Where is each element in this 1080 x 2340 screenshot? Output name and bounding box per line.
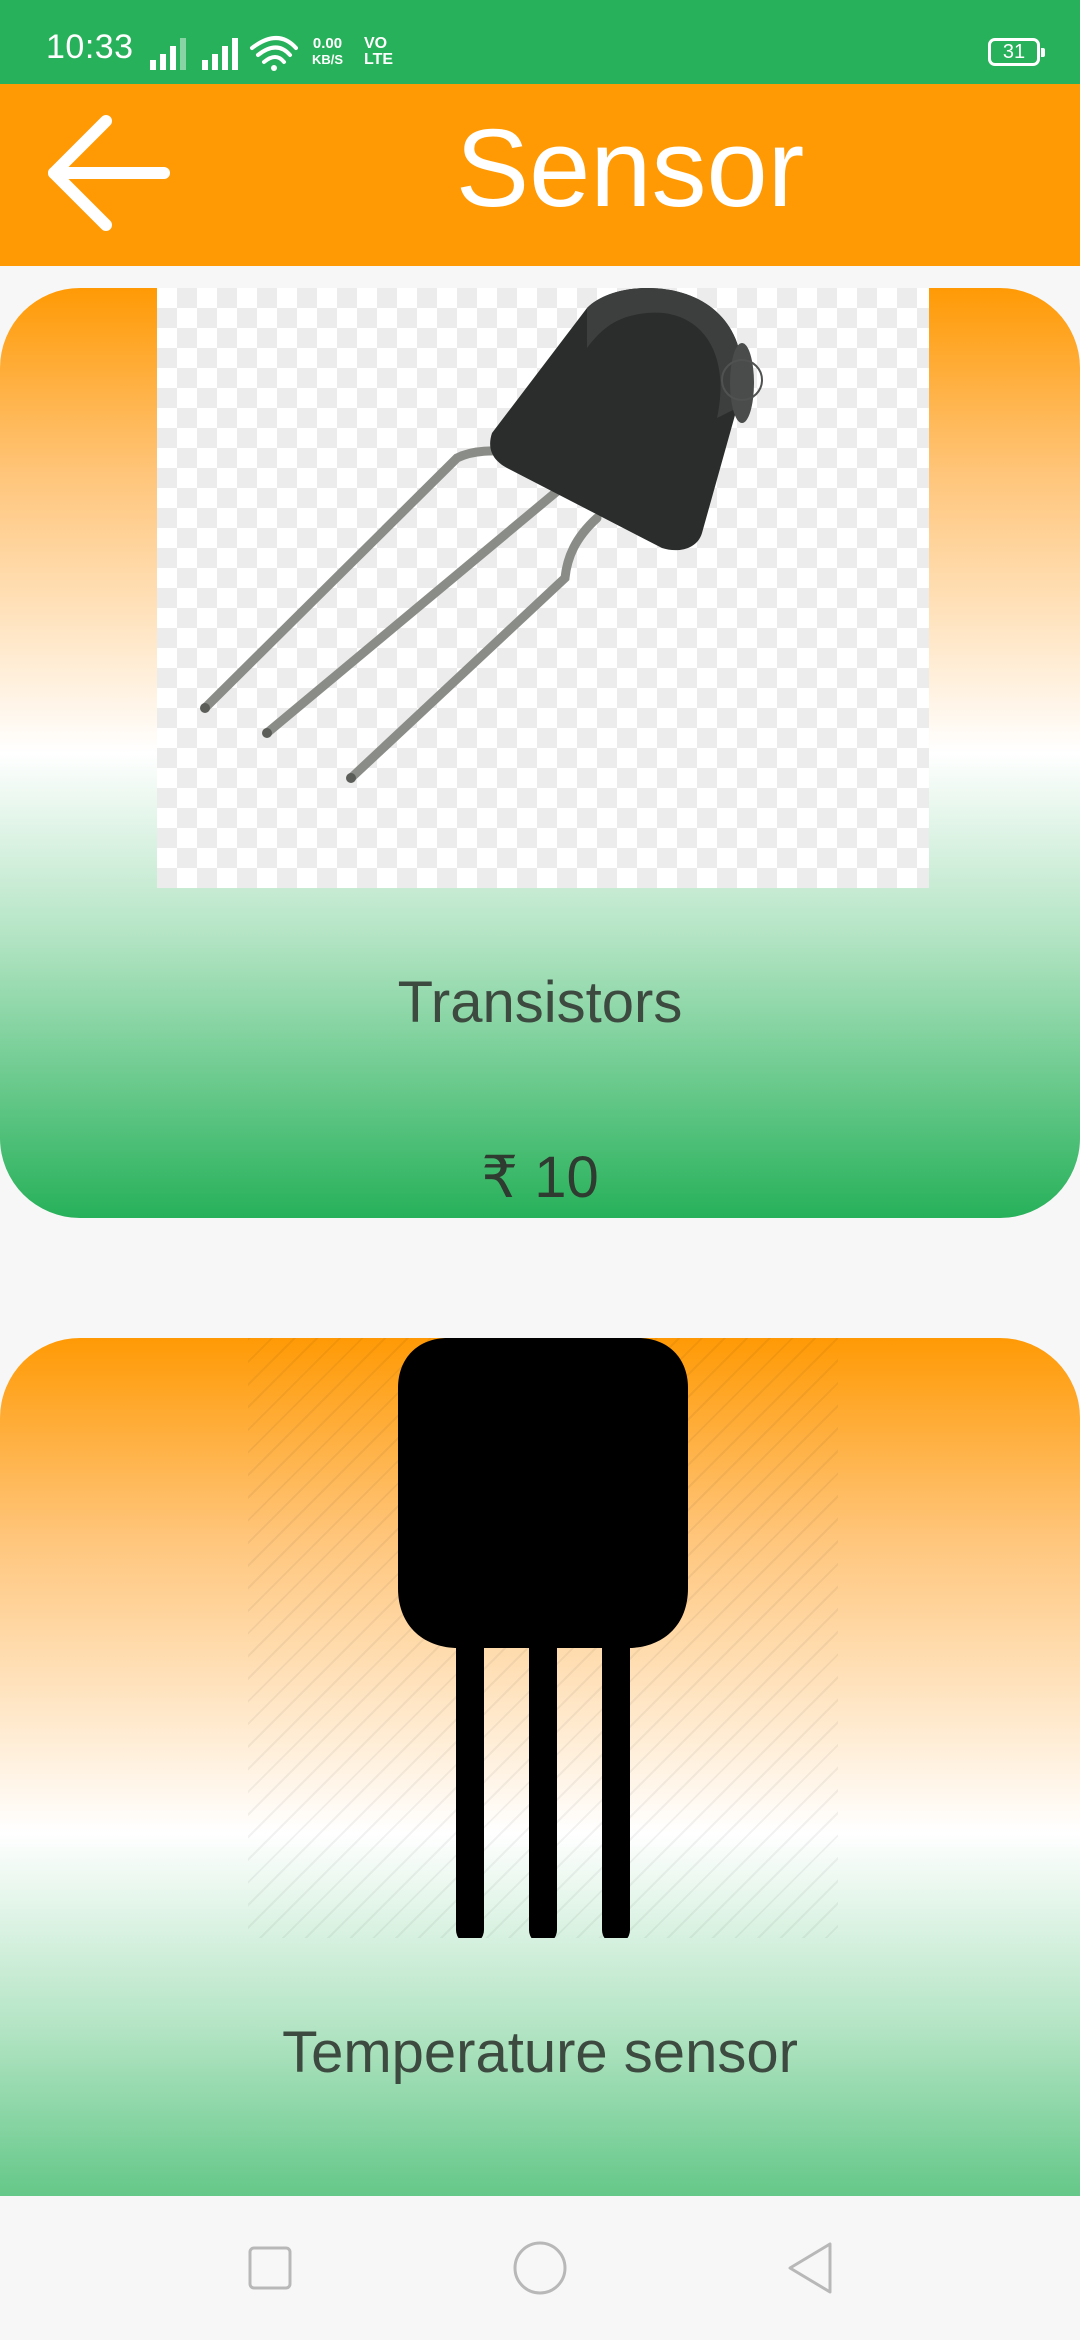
signal-strength-2-icon (202, 38, 238, 70)
volte-bottom: LTE (364, 51, 394, 68)
product-card[interactable]: Temperature sensor (0, 1338, 1080, 2328)
volte-indicator: VO LTE (364, 36, 393, 68)
network-speed-value: 0.00 (312, 35, 343, 52)
home-button[interactable] (506, 2234, 574, 2302)
product-card[interactable]: Transistors ₹ 10 (0, 288, 1080, 1218)
navigation-bar (0, 2196, 1080, 2340)
back-button[interactable] (40, 108, 180, 238)
battery-icon: 31 (988, 38, 1045, 66)
battery-level: 31 (1002, 41, 1026, 63)
product-name: Temperature sensor (282, 2020, 798, 2085)
product-image (248, 1338, 838, 1944)
square-icon (248, 2246, 292, 2290)
page-title: Sensor (455, 107, 805, 230)
arrow-left-icon (48, 115, 170, 231)
product-name: Transistors (397, 970, 683, 1035)
status-bar: 10:33 0.00 KB/S VO LTE 31 (0, 0, 1080, 84)
nav-back-button[interactable] (776, 2234, 844, 2302)
product-image (157, 288, 929, 888)
app-bar: Sensor (0, 84, 1080, 266)
recent-apps-button[interactable] (236, 2234, 304, 2302)
volte-top: VO (364, 35, 388, 52)
network-speed: 0.00 KB/S (312, 36, 343, 68)
network-speed-unit: KB/S (312, 52, 344, 67)
signal-wifi-icons (150, 36, 298, 71)
triangle-back-icon (788, 2242, 832, 2294)
signal-strength-1-icon (150, 38, 186, 70)
circle-icon (513, 2241, 567, 2295)
temperature-sensor-icon (398, 1338, 688, 1944)
wifi-icon (250, 36, 298, 64)
status-time: 10:33 (46, 28, 134, 66)
product-price: ₹ 10 (481, 1145, 599, 1210)
transistor-photo (200, 288, 763, 783)
